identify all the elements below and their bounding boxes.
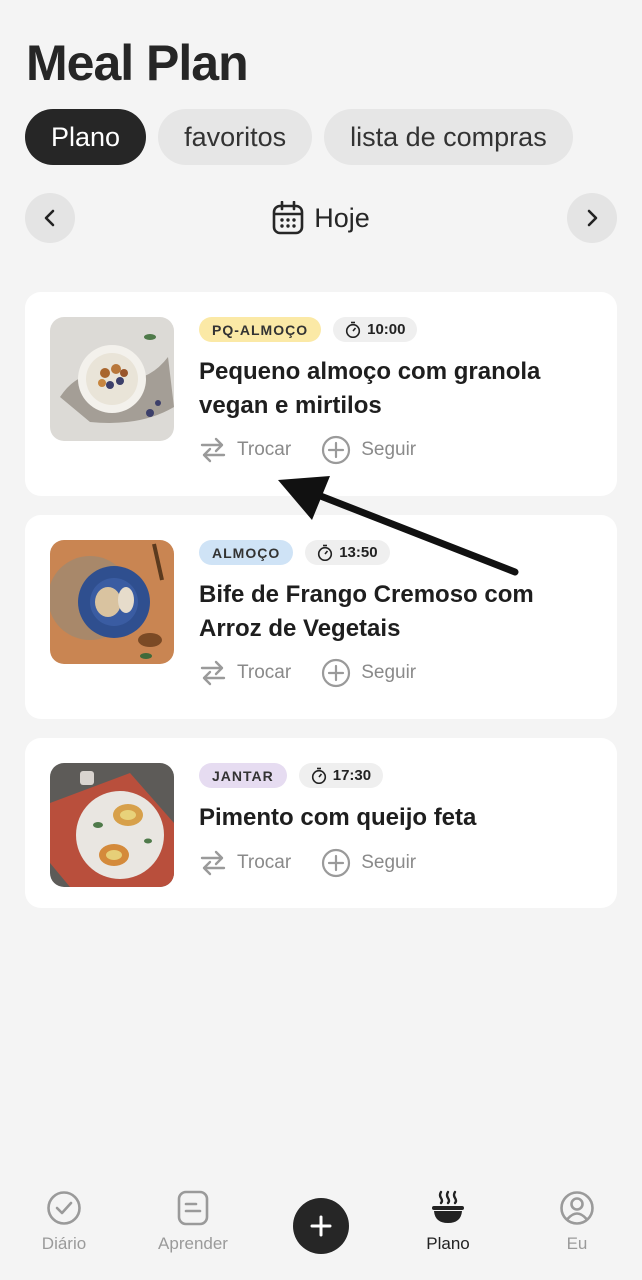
meal-card-dinner[interactable]: JANTAR 17:30 Pimento com queijo feta Tro… [25,738,617,908]
follow-label: Seguir [361,852,417,873]
nav-aprender[interactable]: Aprender [133,1190,253,1254]
nav-label: Plano [426,1234,470,1253]
follow-label: Seguir [361,439,417,460]
swap-label: Trocar [237,439,292,460]
follow-button[interactable]: Seguir [321,848,416,878]
meal-type-badge: JANTAR [199,763,287,788]
plus-icon [310,1215,332,1237]
swap-icon [200,660,226,686]
check-circle-icon [47,1191,81,1225]
page-title: Meal Plan [26,35,249,91]
document-icon [177,1190,209,1226]
meal-meta: JANTAR 17:30 [199,763,384,788]
swap-button[interactable]: Trocar [199,848,291,878]
meal-card-breakfast[interactable]: PQ-ALMOÇO 10:00 Pequeno almoço com grano… [25,292,617,496]
meal-name[interactable]: Bife de Frango Cremoso com Arroz de Vege… [199,578,589,646]
calendar-icon [272,201,304,235]
nav-plano[interactable]: Plano [388,1190,508,1254]
bowl-icon [432,1190,464,1223]
nav-label: Eu [566,1234,588,1253]
timer-icon [346,321,361,338]
add-circle-icon [322,435,351,465]
meal-time-value: 13:50 [339,544,378,561]
meal-time: 13:50 [305,540,390,565]
meal-actions: Trocar Seguir [199,435,416,465]
meal-photo [50,763,174,887]
meal-photo [50,540,174,664]
swap-icon [200,437,226,463]
meal-meta: PQ-ALMOÇO 10:00 [199,317,418,342]
date-label: Hoje [314,202,370,233]
nav-eu[interactable]: Eu [517,1190,637,1254]
nav-label: Diário [41,1234,87,1253]
swap-button[interactable]: Trocar [199,658,291,688]
follow-button[interactable]: Seguir [321,435,416,465]
meal-meta: ALMOÇO 13:50 [199,540,390,565]
tab-lista-de-compras[interactable]: lista de compras [324,109,573,165]
meal-time: 10:00 [333,317,418,342]
follow-button[interactable]: Seguir [321,658,416,688]
current-date[interactable]: Hoje [25,193,617,243]
meal-card-lunch[interactable]: ALMOÇO 13:50 Bife de Frango Cremoso com … [25,515,617,719]
meal-name[interactable]: Pequeno almoço com granola vegan e mirti… [199,355,589,423]
meal-time-value: 17:30 [332,767,372,784]
add-circle-icon [322,848,351,878]
timer-icon [318,544,333,561]
add-circle-icon [322,658,351,688]
follow-label: Seguir [361,662,417,683]
meal-type-badge: PQ-ALMOÇO [199,317,322,342]
next-day-button[interactable] [567,193,617,243]
meal-photo [50,317,174,441]
meal-time: 17:30 [298,763,384,788]
timer-icon [311,767,326,784]
swap-label: Trocar [237,662,292,683]
swap-icon [200,850,226,876]
nav-diario[interactable]: Diário [4,1190,124,1254]
meal-time-value: 10:00 [367,321,406,338]
meal-actions: Trocar Seguir [199,848,416,878]
swap-label: Trocar [237,852,292,873]
chevron-right-icon [587,209,598,227]
tab-favoritos[interactable]: favoritos [158,109,313,165]
date-navigator: Hoje [25,193,617,243]
meal-type-badge: ALMOÇO [199,540,294,565]
meal-actions: Trocar Seguir [199,658,416,688]
tab-plano[interactable]: Plano [25,109,147,165]
bottom-navigation: Diário Aprender Plano Eu [0,1190,642,1280]
user-icon [560,1191,594,1225]
meal-name[interactable]: Pimento com queijo feta [199,801,589,835]
tab-bar: Plano favoritos lista de compras [25,109,573,165]
add-button[interactable] [293,1198,349,1254]
swap-button[interactable]: Trocar [199,435,291,465]
nav-label: Aprender [158,1234,228,1253]
